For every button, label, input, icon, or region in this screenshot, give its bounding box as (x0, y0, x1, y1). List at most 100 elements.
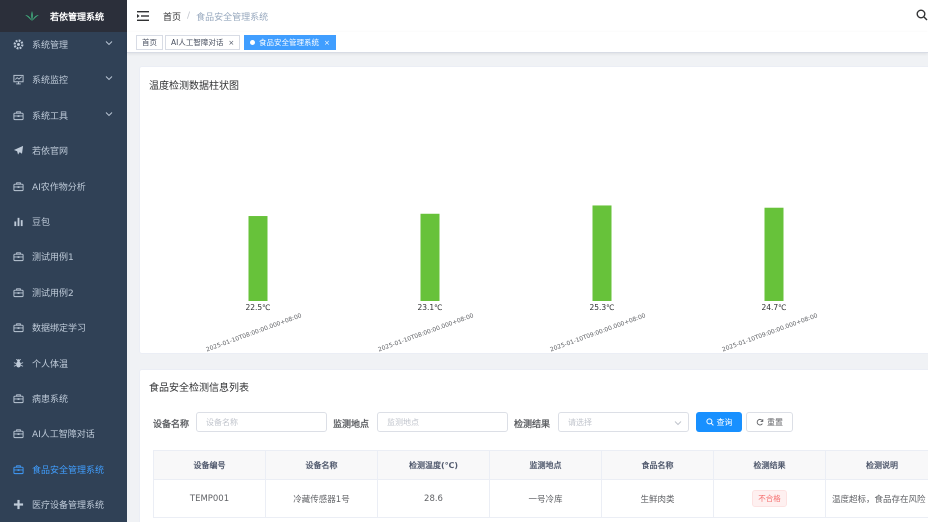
cell-result: 不合格 (713, 479, 826, 518)
x-tick-label: 2025-01-10T08:00:00.000+08:00 (377, 312, 475, 353)
main-area: 首页 / 食品安全管理系统 首页 AI人工智障对话 × 食品安全管理系统 × 温… (127, 0, 928, 522)
column-header: 监测地点 (489, 450, 602, 480)
sidebar-item[interactable]: 豆包 (0, 204, 127, 239)
chart-card: 温度检测数据柱状图 22.5℃ 2025-01-10T08:00:00.000+0… (139, 66, 928, 354)
column-header: 检测说明 (825, 450, 928, 480)
list-card: 食品安全检测信息列表 设备名称 设备名称 监测地点 监测地点 检测结果 请选择 … (139, 369, 928, 522)
reset-button[interactable]: 重置 (746, 412, 793, 432)
bar-value-label: 25.3℃ (589, 303, 614, 312)
app-title: 若依管理系统 (50, 12, 105, 23)
tag-label: 食品安全管理系统 (259, 38, 319, 47)
result-select[interactable]: 请选择 (558, 412, 689, 432)
cell-temperature: 28.6 (377, 479, 490, 518)
breadcrumb-home[interactable]: 首页 (163, 10, 181, 23)
hamburger-icon[interactable] (137, 10, 151, 22)
tag-home[interactable]: 首页 (136, 35, 163, 50)
sidebar-item-label: 测试用例2 (32, 288, 74, 299)
chart-bar[interactable] (420, 213, 440, 301)
bar-value-label: 22.5℃ (245, 303, 270, 312)
toolbox-icon (12, 109, 24, 121)
sidebar-item-label: 系统管理 (32, 41, 69, 51)
toolbox-icon (12, 286, 24, 298)
chevron-down-icon (105, 41, 113, 46)
tag-food-safety[interactable]: 食品安全管理系统 × (244, 35, 336, 50)
plus-icon (12, 499, 24, 511)
close-icon[interactable]: × (228, 39, 234, 47)
sidebar-item[interactable]: 测试用例1 (0, 239, 127, 274)
column-header: 食品名称 (601, 450, 714, 480)
sidebar: 若依管理系统 系统管理系统监控系统工具若依官网 AI农作物分析 豆包测试用例1 测试用… (0, 0, 127, 522)
toolbox-icon (12, 251, 24, 263)
paper-plane-icon (12, 145, 24, 157)
sidebar-item-label: 食品安全管理系统 (32, 465, 105, 476)
location-input[interactable]: 监测地点 (377, 412, 508, 432)
monitor-icon (12, 74, 24, 86)
column-header: 设备名称 (265, 450, 378, 480)
sidebar-item[interactable]: 系统管理 (0, 27, 127, 62)
sidebar-item[interactable]: 系统工具 (0, 98, 127, 133)
device-name-label: 设备名称 (153, 420, 190, 430)
sidebar-item-label: 豆包 (32, 218, 51, 228)
tags-view: 首页 AI人工智障对话 × 食品安全管理系统 × (127, 32, 928, 53)
sidebar-item-label: 系统监控 (32, 76, 69, 87)
cell-description: 温度超标，食品存在风险 (825, 479, 928, 518)
sidebar-item-label: 个人体温 (32, 359, 69, 370)
bug-icon (12, 357, 24, 369)
list-title: 食品安全检测信息列表 (149, 383, 249, 394)
chart-bar[interactable] (248, 216, 268, 301)
search-icon (705, 418, 714, 426)
location-label: 监测地点 (333, 420, 370, 430)
sidebar-item[interactable]: 个人体温 (0, 346, 127, 381)
device-name-input[interactable]: 设备名称 (196, 412, 327, 432)
sidebar-item-label: 系统工具 (32, 111, 69, 122)
cell-location: 一号冷库 (489, 479, 602, 518)
x-tick-label: 2025-01-10T08:00:00.000+08:00 (205, 312, 303, 353)
temperature-bar-chart: 22.5℃2025-01-10T08:00:00.000+08:0023.1℃2… (205, 205, 819, 353)
toolbox-icon (12, 428, 24, 440)
sidebar-item[interactable]: 系统监控 (0, 62, 127, 97)
chart-bar[interactable] (592, 205, 612, 301)
bar-chart-icon (12, 216, 24, 228)
sidebar-item[interactable]: 数据绑定学习 (0, 310, 127, 345)
search-button[interactable]: 查询 (696, 412, 742, 432)
sidebar-item[interactable]: 医疗设备管理系统 (0, 487, 127, 522)
sidebar-item-label: 医疗设备管理系统 (32, 501, 105, 512)
sidebar-item-label: 病患系统 (32, 395, 69, 405)
bar-value-label: 24.7℃ (761, 303, 786, 312)
column-header: 检测结果 (713, 450, 826, 480)
x-tick-label: 2025-01-10T09:00:00.000+08:00 (721, 312, 819, 353)
sidebar-item[interactable]: 若依官网 (0, 133, 127, 168)
data-table: 设备编号 设备名称 检测温度(℃) 监测地点 食品名称 检测结果 检测说明 TE… (153, 450, 928, 518)
tag-label: 首页 (142, 38, 157, 47)
sidebar-item[interactable]: AI农作物分析 (0, 169, 127, 204)
cell-device-name: 冷藏传感器1号 (265, 479, 378, 518)
tag-ai-chat[interactable]: AI人工智障对话 × (165, 35, 241, 50)
toolbox-icon (12, 322, 24, 334)
search-button-label: 查询 (716, 417, 733, 427)
toolbox-icon (12, 180, 24, 192)
bar-value-label: 23.1℃ (417, 303, 442, 312)
sidebar-item[interactable]: 食品安全管理系统 (0, 452, 127, 487)
active-dot-icon (250, 40, 255, 45)
toolbox-icon (12, 393, 24, 405)
sidebar-item[interactable]: 病患系统 (0, 381, 127, 416)
table-header-row: 设备编号 设备名称 检测温度(℃) 监测地点 食品名称 检测结果 检测说明 (153, 450, 928, 480)
sidebar-item[interactable]: 测试用例2 (0, 275, 127, 310)
result-label: 检测结果 (514, 420, 551, 430)
tag-label: AI人工智障对话 (171, 38, 224, 47)
chevron-down-icon (105, 111, 113, 116)
close-icon[interactable]: × (324, 39, 330, 47)
device-name-placeholder: 设备名称 (206, 417, 238, 427)
cell-food: 生鲜肉类 (601, 479, 714, 518)
chevron-down-icon (105, 76, 113, 81)
chart-bar[interactable] (764, 207, 784, 301)
table-row[interactable]: TEMP001 冷藏传感器1号 28.6 一号冷库 生鲜肉类 不合格 温度超标，… (153, 479, 928, 518)
logo-icon (25, 11, 39, 21)
sidebar-item-label: 数据绑定学习 (32, 324, 87, 335)
chevron-down-icon (674, 421, 682, 426)
search-icon[interactable] (916, 9, 928, 21)
column-header: 检测温度(℃) (377, 450, 490, 480)
sidebar-item-label: AI农作物分析 (32, 182, 86, 193)
sidebar-item[interactable]: AI人工智障对话 (0, 416, 127, 451)
status-badge: 不合格 (752, 490, 787, 507)
